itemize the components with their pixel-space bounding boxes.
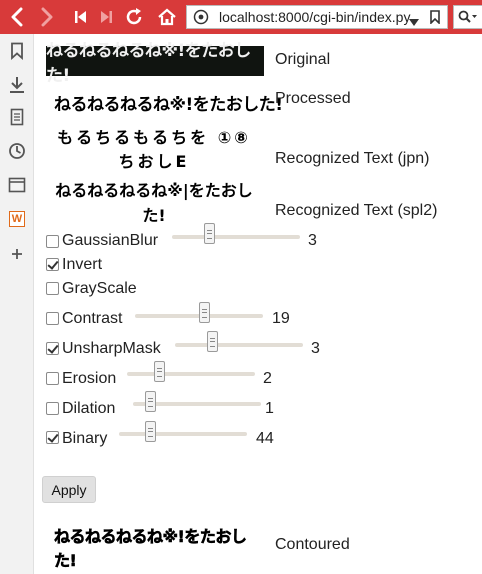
erosion-slider-thumb[interactable] (153, 361, 165, 382)
contrast-checkbox[interactable] (46, 312, 59, 325)
dilation-label: Dilation (62, 400, 116, 417)
invert-label: Invert (62, 256, 103, 273)
home-icon[interactable] (154, 0, 180, 34)
contoured-label: Contoured (275, 536, 350, 553)
erosion-checkbox[interactable] (46, 372, 59, 385)
grayscale-label: GrayScale (62, 280, 137, 297)
processed-label: Processed (275, 90, 351, 107)
unsharpmask-slider-track[interactable] (175, 343, 303, 347)
gaussianblur-label: GaussianBlur (62, 232, 159, 249)
window-icon[interactable] (7, 175, 27, 195)
contoured-image-text: ねるねるねるね※!をたおした! (54, 527, 247, 571)
apply-button[interactable]: Apply (42, 476, 96, 503)
binary-slider-thumb[interactable] (144, 421, 156, 442)
url-text[interactable]: localhost:8000/cgi-bin/index.py (219, 9, 410, 25)
main-content: ねるねるねるね※!をたおした! Original ねるねるねるね※!をたおした!… (34, 34, 482, 574)
binary-slider-track[interactable] (119, 432, 247, 436)
sidebar: W (0, 34, 34, 574)
contrast-value: 19 (272, 310, 290, 327)
gaussianblur-checkbox[interactable] (46, 235, 59, 248)
contrast-label: Contrast (62, 310, 123, 327)
original-label: Original (275, 51, 331, 68)
downloads-icon[interactable] (7, 75, 27, 95)
site-info-icon[interactable] (193, 9, 209, 30)
original-image: ねるねるねるね※!をたおした! (46, 41, 264, 86)
add-icon[interactable] (7, 244, 27, 264)
unsharpmask-checkbox[interactable] (46, 342, 59, 355)
contoured-image: ねるねるねるね※!をたおした! (54, 527, 264, 571)
addon-w-letter: W (11, 213, 23, 225)
bookmark-icon[interactable] (430, 10, 440, 29)
gaussianblur-slider-thumb[interactable] (203, 223, 215, 244)
erosion-value: 2 (263, 370, 272, 387)
processed-image: ねるねるねるね※!をたおした! (54, 95, 283, 115)
gaussianblur-value: 3 (308, 232, 317, 249)
grayscale-checkbox[interactable] (46, 282, 59, 295)
history-icon[interactable] (7, 141, 27, 161)
recognized-spl2-line1: ねるねるねるね※|をたおし (55, 181, 253, 200)
back-icon[interactable] (4, 0, 30, 34)
binary-value: 44 (256, 430, 274, 447)
first-page-icon[interactable] (70, 0, 92, 34)
bookmarks-icon[interactable] (7, 41, 27, 61)
address-bar[interactable]: localhost:8000/cgi-bin/index.py (186, 5, 448, 29)
unsharpmask-slider-thumb[interactable] (206, 331, 218, 352)
browser-toolbar: localhost:8000/cgi-bin/index.py (0, 0, 482, 34)
erosion-label: Erosion (62, 370, 117, 387)
unsharpmask-value: 3 (311, 340, 320, 357)
dilation-slider-thumb[interactable] (144, 391, 156, 412)
addon-w-icon[interactable]: W (7, 209, 27, 229)
search-icon[interactable] (458, 10, 478, 29)
recognized-spl2-label: Recognized Text (spl2) (275, 202, 438, 219)
search-box[interactable] (453, 5, 482, 29)
invert-checkbox[interactable] (46, 258, 59, 271)
original-image-text: ねるねるねるね※!をたおした! (46, 41, 251, 86)
recognized-jpn-line2: ちおしE (118, 152, 190, 171)
reading-list-icon[interactable] (7, 107, 27, 127)
recognized-spl2-line2: た! (142, 206, 166, 225)
last-page-icon[interactable] (95, 0, 117, 34)
dilation-checkbox[interactable] (46, 402, 59, 415)
erosion-slider-track[interactable] (127, 372, 255, 376)
gaussianblur-slider-track[interactable] (172, 235, 300, 239)
contrast-slider-thumb[interactable] (199, 302, 211, 323)
reload-icon[interactable] (121, 0, 147, 34)
dropdown-icon[interactable] (409, 14, 419, 32)
forward-icon[interactable] (34, 0, 60, 34)
binary-checkbox[interactable] (46, 431, 59, 444)
unsharpmask-label: UnsharpMask (62, 340, 161, 357)
dilation-value: 1 (265, 400, 274, 417)
binary-label: Binary (62, 430, 108, 447)
recognized-jpn-label: Recognized Text (jpn) (275, 150, 430, 167)
recognized-jpn-line1: もるちるもるちを ①⑧ (57, 128, 251, 147)
